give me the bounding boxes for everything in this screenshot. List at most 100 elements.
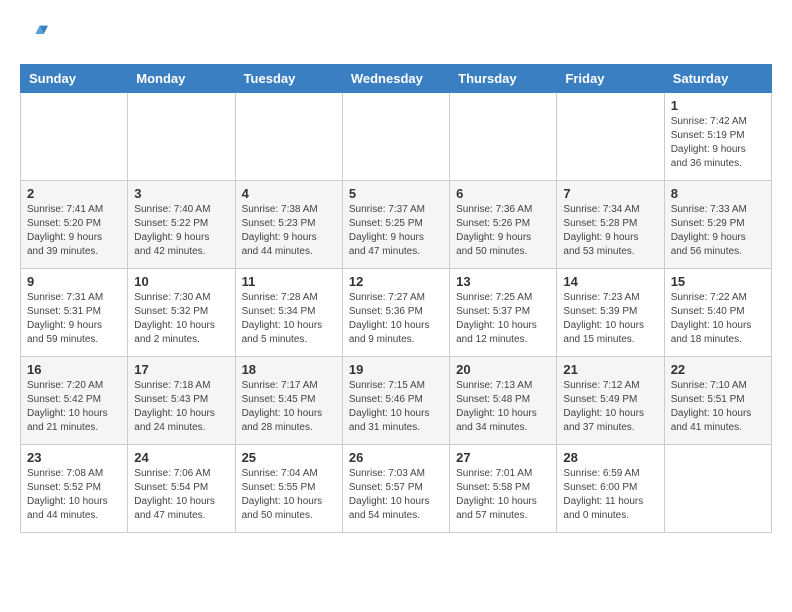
day-number: 26 <box>349 450 443 465</box>
day-number: 27 <box>456 450 550 465</box>
day-number: 4 <box>242 186 336 201</box>
day-number: 6 <box>456 186 550 201</box>
day-number: 23 <box>27 450 121 465</box>
calendar-table: SundayMondayTuesdayWednesdayThursdayFrid… <box>20 64 772 533</box>
weekday-header-monday: Monday <box>128 65 235 93</box>
week-row-4: 16 Sunrise: 7:20 AM Sunset: 5:42 PM Dayli… <box>21 357 772 445</box>
day-info: Sunrise: 7:25 AM Sunset: 5:37 PM Dayligh… <box>456 291 550 347</box>
calendar-cell: 27 Sunrise: 7:01 AM Sunset: 5:58 PM Dayli… <box>450 445 557 533</box>
calendar-cell: 17 Sunrise: 7:18 AM Sunset: 5:43 PM Dayli… <box>128 357 235 445</box>
page-header <box>20 20 772 48</box>
calendar-cell: 15 Sunrise: 7:22 AM Sunset: 5:40 PM Dayli… <box>664 269 771 357</box>
day-number: 11 <box>242 274 336 289</box>
day-number: 18 <box>242 362 336 377</box>
calendar-cell: 5Sunrise: 7:37 AM Sunset: 5:25 PM Daylig… <box>342 181 449 269</box>
weekday-header-wednesday: Wednesday <box>342 65 449 93</box>
calendar-cell: 24 Sunrise: 7:06 AM Sunset: 5:54 PM Dayli… <box>128 445 235 533</box>
week-row-5: 23Sunrise: 7:08 AM Sunset: 5:52 PM Dayli… <box>21 445 772 533</box>
calendar-cell: 12 Sunrise: 7:27 AM Sunset: 5:36 PM Dayli… <box>342 269 449 357</box>
day-number: 16 <box>27 362 121 377</box>
day-info: Sunrise: 7:13 AM Sunset: 5:48 PM Dayligh… <box>456 379 550 435</box>
day-number: 24 <box>134 450 228 465</box>
day-info: Sunrise: 7:01 AM Sunset: 5:58 PM Dayligh… <box>456 467 550 523</box>
day-info: Sunrise: 7:42 AM Sunset: 5:19 PM Dayligh… <box>671 115 765 171</box>
day-info: Sunrise: 7:41 AM Sunset: 5:20 PM Dayligh… <box>27 203 121 259</box>
day-info: Sunrise: 7:27 AM Sunset: 5:36 PM Dayligh… <box>349 291 443 347</box>
day-info: Sunrise: 7:23 AM Sunset: 5:39 PM Dayligh… <box>563 291 657 347</box>
day-info: Sunrise: 7:12 AM Sunset: 5:49 PM Dayligh… <box>563 379 657 435</box>
weekday-header-friday: Friday <box>557 65 664 93</box>
day-number: 15 <box>671 274 765 289</box>
day-number: 10 <box>134 274 228 289</box>
day-number: 21 <box>563 362 657 377</box>
calendar-cell: 1 Sunrise: 7:42 AM Sunset: 5:19 PM Daylig… <box>664 93 771 181</box>
calendar-cell <box>128 93 235 181</box>
day-info: Sunrise: 7:40 AM Sunset: 5:22 PM Dayligh… <box>134 203 228 259</box>
day-number: 13 <box>456 274 550 289</box>
day-number: 25 <box>242 450 336 465</box>
week-row-1: 1 Sunrise: 7:42 AM Sunset: 5:19 PM Daylig… <box>21 93 772 181</box>
day-info: Sunrise: 7:22 AM Sunset: 5:40 PM Dayligh… <box>671 291 765 347</box>
day-info: Sunrise: 7:37 AM Sunset: 5:25 PM Dayligh… <box>349 203 443 259</box>
calendar-cell: 4 Sunrise: 7:38 AM Sunset: 5:23 PM Daylig… <box>235 181 342 269</box>
day-info: Sunrise: 7:34 AM Sunset: 5:28 PM Dayligh… <box>563 203 657 259</box>
calendar-cell <box>450 93 557 181</box>
day-number: 12 <box>349 274 443 289</box>
day-info: Sunrise: 7:36 AM Sunset: 5:26 PM Dayligh… <box>456 203 550 259</box>
day-number: 1 <box>671 98 765 113</box>
day-number: 9 <box>27 274 121 289</box>
day-info: Sunrise: 7:18 AM Sunset: 5:43 PM Dayligh… <box>134 379 228 435</box>
calendar-cell: 2 Sunrise: 7:41 AM Sunset: 5:20 PM Daylig… <box>21 181 128 269</box>
calendar-cell: 7 Sunrise: 7:34 AM Sunset: 5:28 PM Daylig… <box>557 181 664 269</box>
calendar-cell: 8 Sunrise: 7:33 AM Sunset: 5:29 PM Daylig… <box>664 181 771 269</box>
day-number: 17 <box>134 362 228 377</box>
day-number: 22 <box>671 362 765 377</box>
day-number: 20 <box>456 362 550 377</box>
day-info: Sunrise: 7:20 AM Sunset: 5:42 PM Dayligh… <box>27 379 121 435</box>
calendar-cell <box>21 93 128 181</box>
day-info: Sunrise: 7:31 AM Sunset: 5:31 PM Dayligh… <box>27 291 121 347</box>
calendar-cell: 22 Sunrise: 7:10 AM Sunset: 5:51 PM Dayli… <box>664 357 771 445</box>
calendar-cell <box>664 445 771 533</box>
calendar-cell: 14Sunrise: 7:23 AM Sunset: 5:39 PM Dayli… <box>557 269 664 357</box>
day-info: Sunrise: 7:10 AM Sunset: 5:51 PM Dayligh… <box>671 379 765 435</box>
day-number: 3 <box>134 186 228 201</box>
day-info: Sunrise: 7:17 AM Sunset: 5:45 PM Dayligh… <box>242 379 336 435</box>
calendar-cell <box>235 93 342 181</box>
calendar-cell: 28 Sunrise: 6:59 AM Sunset: 6:00 PM Dayli… <box>557 445 664 533</box>
week-row-2: 2 Sunrise: 7:41 AM Sunset: 5:20 PM Daylig… <box>21 181 772 269</box>
calendar-cell <box>342 93 449 181</box>
day-number: 28 <box>563 450 657 465</box>
day-info: Sunrise: 6:59 AM Sunset: 6:00 PM Dayligh… <box>563 467 657 523</box>
day-info: Sunrise: 7:38 AM Sunset: 5:23 PM Dayligh… <box>242 203 336 259</box>
day-number: 8 <box>671 186 765 201</box>
calendar-cell: 20 Sunrise: 7:13 AM Sunset: 5:48 PM Dayli… <box>450 357 557 445</box>
calendar-cell: 18 Sunrise: 7:17 AM Sunset: 5:45 PM Dayli… <box>235 357 342 445</box>
weekday-header-thursday: Thursday <box>450 65 557 93</box>
day-number: 2 <box>27 186 121 201</box>
calendar-cell: 9 Sunrise: 7:31 AM Sunset: 5:31 PM Daylig… <box>21 269 128 357</box>
day-info: Sunrise: 7:15 AM Sunset: 5:46 PM Dayligh… <box>349 379 443 435</box>
calendar-cell: 3 Sunrise: 7:40 AM Sunset: 5:22 PM Daylig… <box>128 181 235 269</box>
day-number: 19 <box>349 362 443 377</box>
day-info: Sunrise: 7:33 AM Sunset: 5:29 PM Dayligh… <box>671 203 765 259</box>
logo-icon <box>20 20 48 48</box>
day-info: Sunrise: 7:04 AM Sunset: 5:55 PM Dayligh… <box>242 467 336 523</box>
weekday-header-tuesday: Tuesday <box>235 65 342 93</box>
weekday-header-sunday: Sunday <box>21 65 128 93</box>
calendar-cell: 26 Sunrise: 7:03 AM Sunset: 5:57 PM Dayli… <box>342 445 449 533</box>
day-info: Sunrise: 7:03 AM Sunset: 5:57 PM Dayligh… <box>349 467 443 523</box>
calendar-cell: 19 Sunrise: 7:15 AM Sunset: 5:46 PM Dayli… <box>342 357 449 445</box>
calendar-cell: 21 Sunrise: 7:12 AM Sunset: 5:49 PM Dayli… <box>557 357 664 445</box>
calendar-cell: 6 Sunrise: 7:36 AM Sunset: 5:26 PM Daylig… <box>450 181 557 269</box>
calendar-cell <box>557 93 664 181</box>
calendar-cell: 16 Sunrise: 7:20 AM Sunset: 5:42 PM Dayli… <box>21 357 128 445</box>
logo <box>20 20 52 48</box>
day-info: Sunrise: 7:30 AM Sunset: 5:32 PM Dayligh… <box>134 291 228 347</box>
week-row-3: 9 Sunrise: 7:31 AM Sunset: 5:31 PM Daylig… <box>21 269 772 357</box>
weekday-header-row: SundayMondayTuesdayWednesdayThursdayFrid… <box>21 65 772 93</box>
day-info: Sunrise: 7:06 AM Sunset: 5:54 PM Dayligh… <box>134 467 228 523</box>
calendar-cell: 11Sunrise: 7:28 AM Sunset: 5:34 PM Dayli… <box>235 269 342 357</box>
day-number: 7 <box>563 186 657 201</box>
calendar-cell: 25 Sunrise: 7:04 AM Sunset: 5:55 PM Dayli… <box>235 445 342 533</box>
